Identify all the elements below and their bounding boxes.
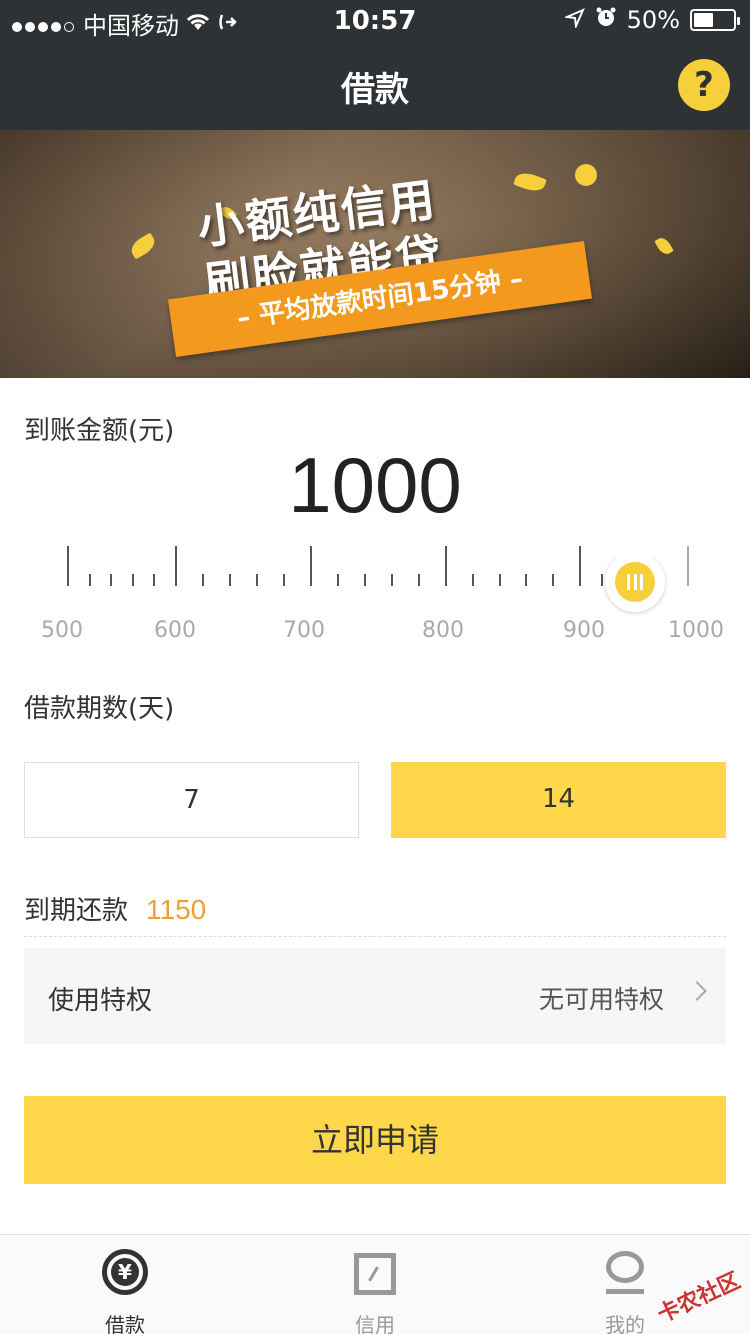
ruler-minor-tick [552, 574, 554, 586]
privilege-value: 无可用特权 [538, 985, 664, 1014]
repay-value: 1150 [146, 894, 207, 925]
user-icon-base [606, 1289, 644, 1294]
ruler-major-tick [579, 546, 581, 586]
tab-bar: ¥ 借款 信用 我的 [0, 1234, 750, 1334]
ruler-label: 1000 [668, 618, 724, 643]
period-option-7[interactable]: 7 [24, 762, 359, 838]
status-right: 50% [562, 6, 740, 34]
battery-percent: 50% [626, 6, 680, 34]
repay-label: 到期还款 [24, 896, 129, 926]
apply-button[interactable]: 立即申请 [24, 1096, 726, 1184]
ruler-minor-tick [256, 574, 258, 586]
ruler-label: 900 [563, 618, 605, 643]
yuan-coin-icon: ¥ [102, 1249, 148, 1295]
promo-banner[interactable]: 小额纯信用 刷脸就能贷 – 平均放款时间15分钟 – [0, 130, 750, 378]
ruler-label: 700 [283, 618, 325, 643]
ruler-major-tick [310, 546, 312, 586]
ruler-minor-tick [418, 574, 420, 586]
page-title: 借款 [341, 70, 409, 110]
ruler-minor-tick [391, 574, 393, 586]
tab-mine-label: 我的 [605, 1313, 645, 1334]
help-button[interactable]: ? [678, 59, 730, 111]
ruler-label: 600 [154, 618, 196, 643]
period-label: 借款期数(天) [24, 694, 175, 724]
privilege-label: 使用特权 [48, 986, 153, 1016]
privilege-row[interactable]: 使用特权 无可用特权 [24, 948, 726, 1044]
ruler-end-tick [687, 546, 689, 586]
chevron-right-icon [687, 981, 707, 1001]
nav-bar: 借款 ? [0, 40, 750, 130]
slider-knob-icon [615, 562, 655, 602]
tab-loan-label: 借款 [105, 1313, 145, 1334]
tab-credit[interactable]: 信用 [250, 1235, 500, 1334]
gold-coin-icon [575, 164, 597, 186]
ruler-minor-tick [229, 574, 231, 586]
ruler-minor-tick [364, 574, 366, 586]
user-icon [606, 1251, 644, 1283]
ruler-minor-tick [153, 574, 155, 586]
tab-loan[interactable]: ¥ 借款 [0, 1235, 250, 1334]
ruler-minor-tick [525, 574, 527, 586]
ruler-minor-tick [601, 574, 603, 586]
credit-card-icon [354, 1253, 396, 1295]
ruler-major-tick [67, 546, 69, 586]
ruler-major-tick [175, 546, 177, 586]
ruler-major-tick [445, 546, 447, 586]
ruler-minor-tick [202, 574, 204, 586]
ruler-minor-tick [499, 574, 501, 586]
amount-value: 1000 [288, 441, 462, 529]
repay-row: 到期还款 1150 [24, 890, 206, 927]
tab-credit-label: 信用 [355, 1313, 395, 1334]
ruler-minor-tick [110, 574, 112, 586]
battery-icon [690, 9, 740, 31]
alarm-clock-icon [595, 6, 617, 34]
status-bar: 中国移动 10:57 50% [0, 0, 750, 40]
ruler-minor-tick [337, 574, 339, 586]
ruler-minor-tick [283, 574, 285, 586]
period-option-14[interactable]: 14 [391, 762, 726, 838]
battery-fill [694, 13, 713, 27]
amount-slider-handle[interactable] [605, 538, 665, 618]
ruler-minor-tick [472, 574, 474, 586]
divider [24, 936, 726, 937]
ruler-label: 800 [422, 618, 464, 643]
ruler-label: 500 [41, 618, 83, 643]
ruler-minor-tick [89, 574, 91, 586]
ruler-minor-tick [132, 574, 134, 586]
location-arrow-icon [562, 6, 585, 34]
